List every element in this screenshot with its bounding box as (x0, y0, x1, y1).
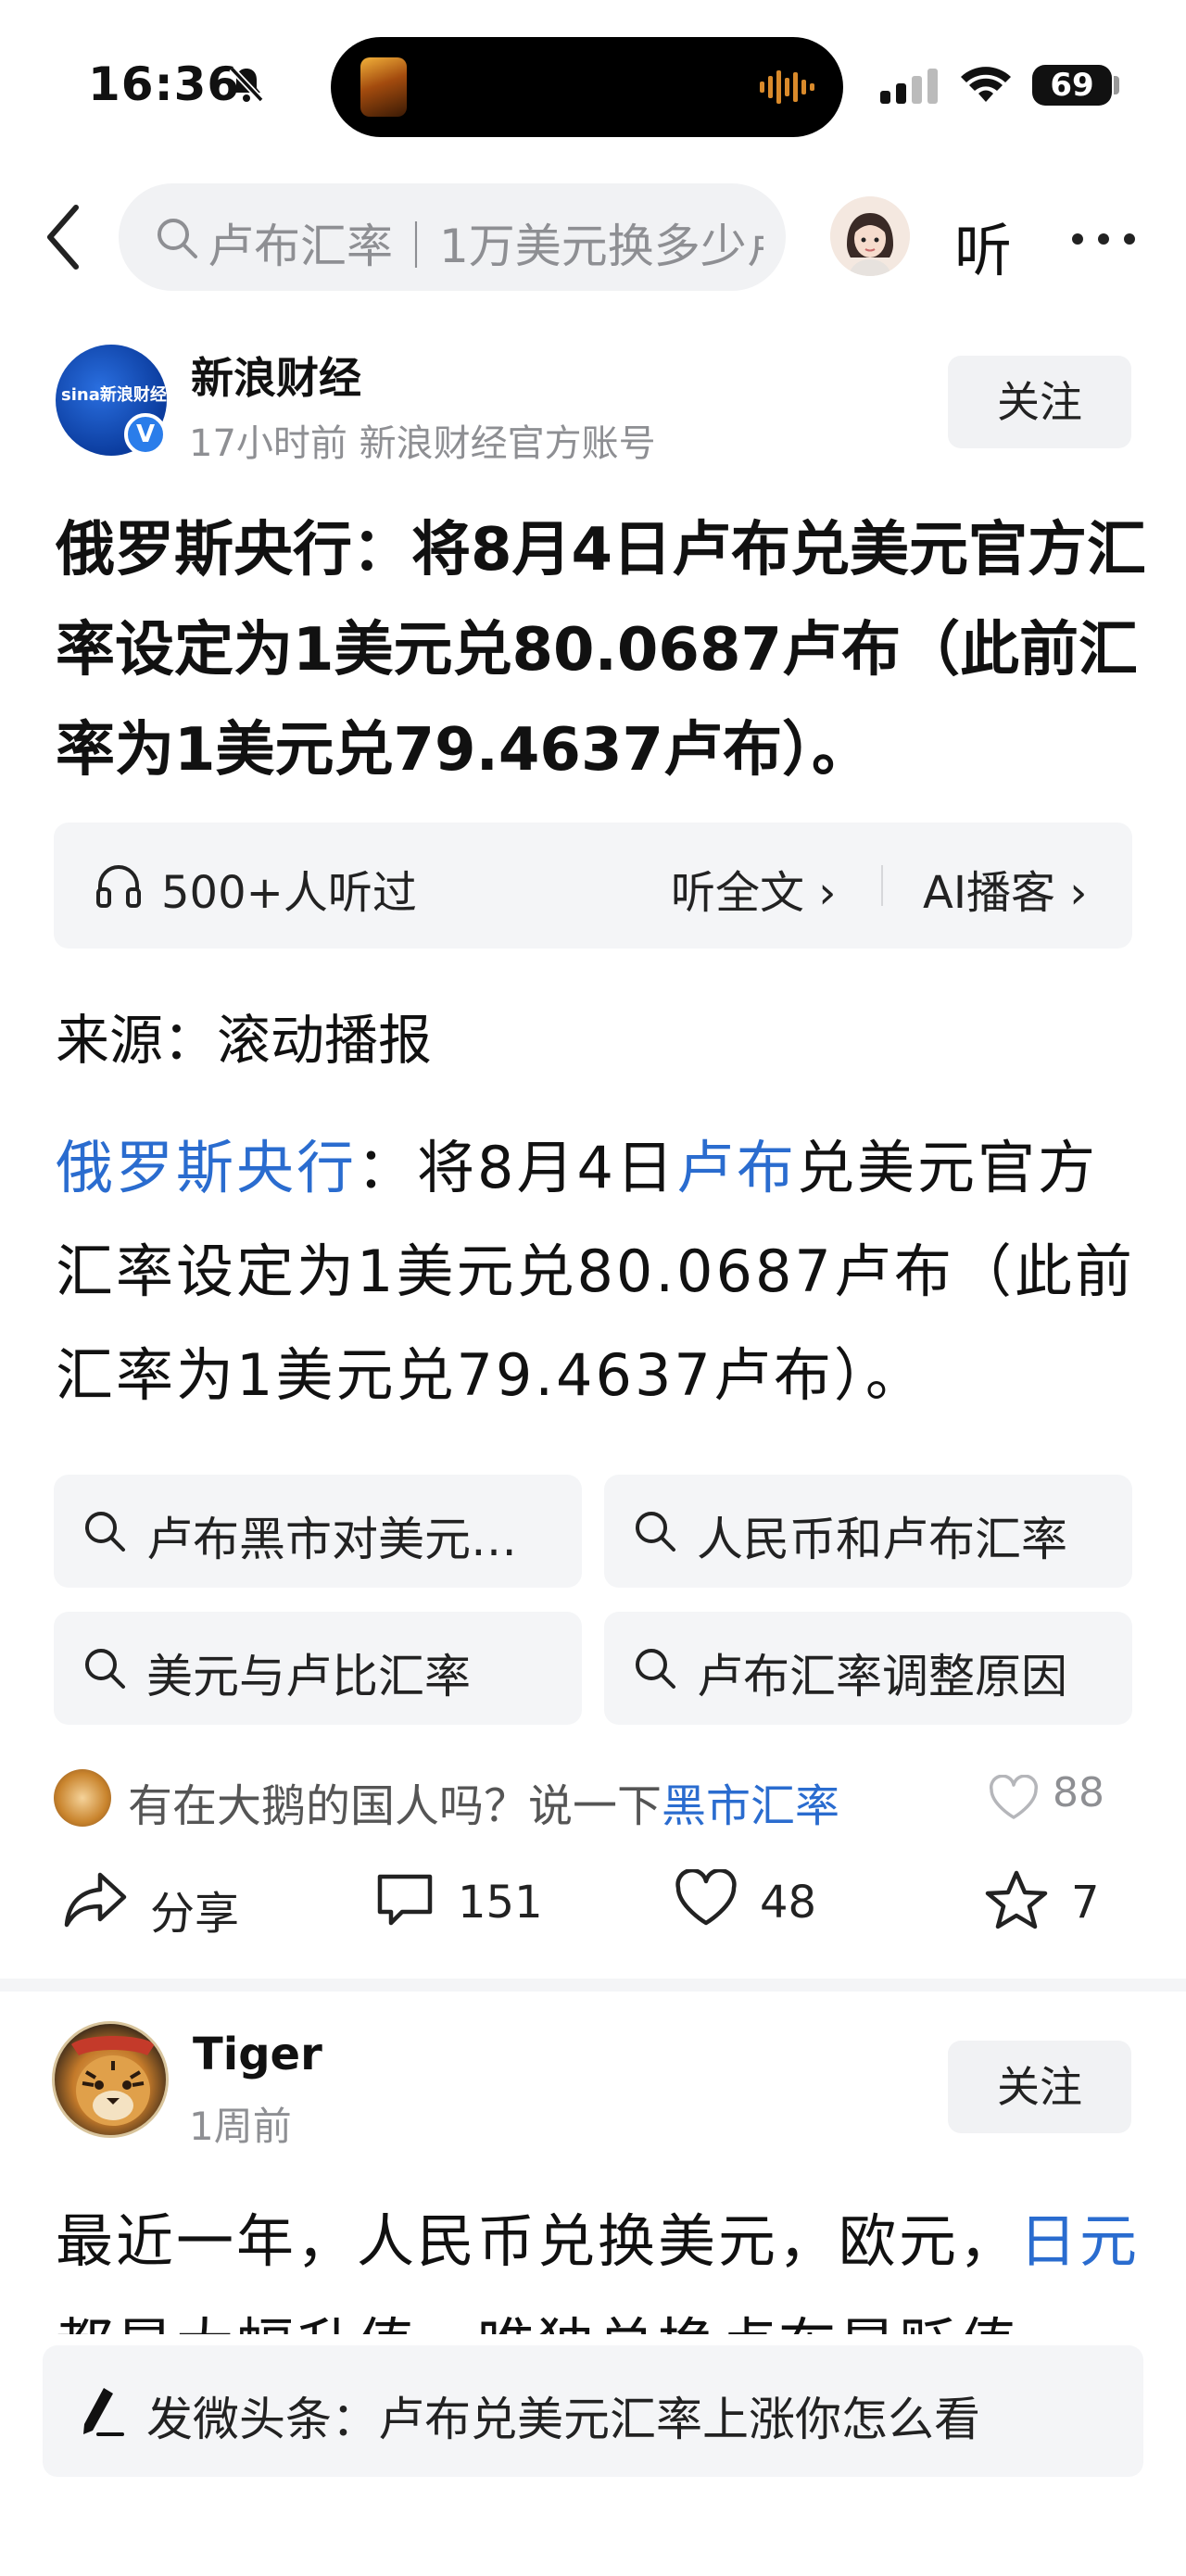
related-search-label: 卢布汇率调整原因 (697, 1650, 1067, 1703)
like-button[interactable]: 48 (675, 1867, 816, 1943)
verified-badge: V (124, 413, 167, 456)
post2-text[interactable]: 最近一年，人民币兑换美元，欧元，日元都是大幅升值，唯独兑换卢布是贬值 (56, 2190, 1149, 2347)
cellular-signal-icon (880, 69, 941, 107)
listen-full-label: 听全文 (671, 867, 805, 919)
more-icon[interactable] (1071, 232, 1136, 249)
wifi-icon (959, 65, 1013, 107)
related-search-chip[interactable]: 人民币和卢布汇率 (604, 1475, 1132, 1588)
post2-text-start: 最近一年，人民币兑换美元，欧元， (56, 2207, 1020, 2275)
article-body: 俄罗斯央行：将8月4日卢布兑美元官方汇率设定为1美元兑80.0687卢布（此前汇… (56, 1116, 1149, 1427)
tiger-avatar[interactable] (52, 2021, 169, 2138)
related-search-label: 美元与卢比汇率 (146, 1650, 471, 1703)
listen-bar: 500+人听过 听全文 › AI播客 › (54, 823, 1132, 949)
body-link-ruble[interactable]: 卢布 (676, 1134, 797, 1201)
share-button[interactable]: 分享 (63, 1869, 239, 1943)
author-name[interactable]: 新浪财经 (191, 345, 361, 406)
user-avatar[interactable] (830, 196, 910, 276)
listen-button[interactable]: 听 (954, 204, 1012, 287)
battery-tip (1114, 76, 1119, 94)
back-icon[interactable] (43, 202, 83, 276)
post2-time: 1周前 (189, 2104, 292, 2149)
status-bar: 16:36 69 (0, 0, 1186, 176)
post2-author-name[interactable]: Tiger (193, 2029, 322, 2080)
top-comment-link[interactable]: 黑市汇率 (662, 1780, 839, 1832)
heart-icon (675, 1867, 738, 1930)
ai-broadcast-button[interactable]: AI播客 › (923, 856, 1087, 921)
search-icon (634, 1647, 676, 1693)
post-headline: 俄罗斯央行：将8月4日卢布兑美元官方汇率设定为1美元兑80.0687卢布（此前汇… (56, 516, 1147, 785)
body-link-central-bank[interactable]: 俄罗斯央行 (56, 1134, 357, 1201)
body-text-part1: ：将8月4日 (357, 1134, 676, 1201)
like-count: 48 (760, 1877, 817, 1929)
star-icon (984, 1870, 1049, 1936)
status-time: 16:36 (88, 57, 241, 111)
bell-muted-icon (228, 65, 265, 107)
dynamic-island[interactable] (331, 37, 843, 137)
top-comment-likes: 88 (1053, 1769, 1104, 1816)
top-comment-text: 有在大鹅的国人吗？说一下 (128, 1780, 662, 1832)
share-label: 分享 (150, 1888, 240, 1940)
audio-wave-icon (760, 69, 815, 109)
related-search-chip[interactable]: 卢布汇率调整原因 (604, 1612, 1132, 1725)
related-search-chip[interactable]: 美元与卢比汇率 (54, 1612, 582, 1725)
now-playing-thumbnail (360, 57, 407, 117)
compose-post-input[interactable]: 发微头条：卢布兑美元汇率上涨你怎么看 (43, 2345, 1143, 2477)
author-logo-text: sina新浪财经 (61, 385, 167, 405)
battery-indicator: 69 (1032, 65, 1112, 106)
follow-button[interactable]: 关注 (948, 356, 1131, 448)
related-search-label: 人民币和卢布汇率 (697, 1513, 1067, 1566)
compose-label: 发微头条：卢布兑美元汇率上涨你怎么看 (146, 2393, 980, 2446)
heart-icon[interactable] (988, 1774, 1040, 1825)
share-icon (63, 1872, 128, 1934)
related-search-label: 卢布黑市对美元… (146, 1513, 517, 1566)
pen-icon (76, 2384, 124, 2442)
comment-button[interactable]: 151 (374, 1869, 543, 1943)
favorite-button[interactable]: 7 (984, 1869, 1100, 1943)
search-icon (83, 1647, 126, 1693)
listen-count: 500+人听过 (161, 867, 417, 919)
follow-button[interactable]: 关注 (948, 2041, 1131, 2133)
author-meta: 17小时前 新浪财经官方账号 (189, 422, 656, 465)
top-comment[interactable]: 有在大鹅的国人吗？说一下黑市汇率 (128, 1769, 839, 1834)
search-icon (634, 1510, 676, 1556)
ai-broadcast-label: AI播客 (923, 867, 1055, 919)
article-source: 来源：滚动播报 (56, 1009, 433, 1072)
section-divider (0, 1979, 1186, 1992)
search-input[interactable]: 卢布汇率｜1万美元换多少卢布 (119, 183, 786, 291)
listen-full-text-button[interactable]: 听全文 › (671, 856, 836, 921)
listen-bar-divider (881, 865, 883, 906)
headphones-icon (95, 861, 143, 913)
commenter-avatar[interactable] (54, 1769, 111, 1827)
search-text: 卢布汇率｜1万美元换多少卢布 (208, 220, 763, 273)
related-search-chip[interactable]: 卢布黑市对美元… (54, 1475, 582, 1588)
search-icon (83, 1510, 126, 1556)
search-icon (156, 217, 198, 263)
comment-icon (374, 1874, 435, 1934)
post2-link[interactable]: 日元 (1019, 2207, 1140, 2275)
favorite-count: 7 (1071, 1877, 1100, 1929)
comment-count: 151 (458, 1877, 543, 1929)
